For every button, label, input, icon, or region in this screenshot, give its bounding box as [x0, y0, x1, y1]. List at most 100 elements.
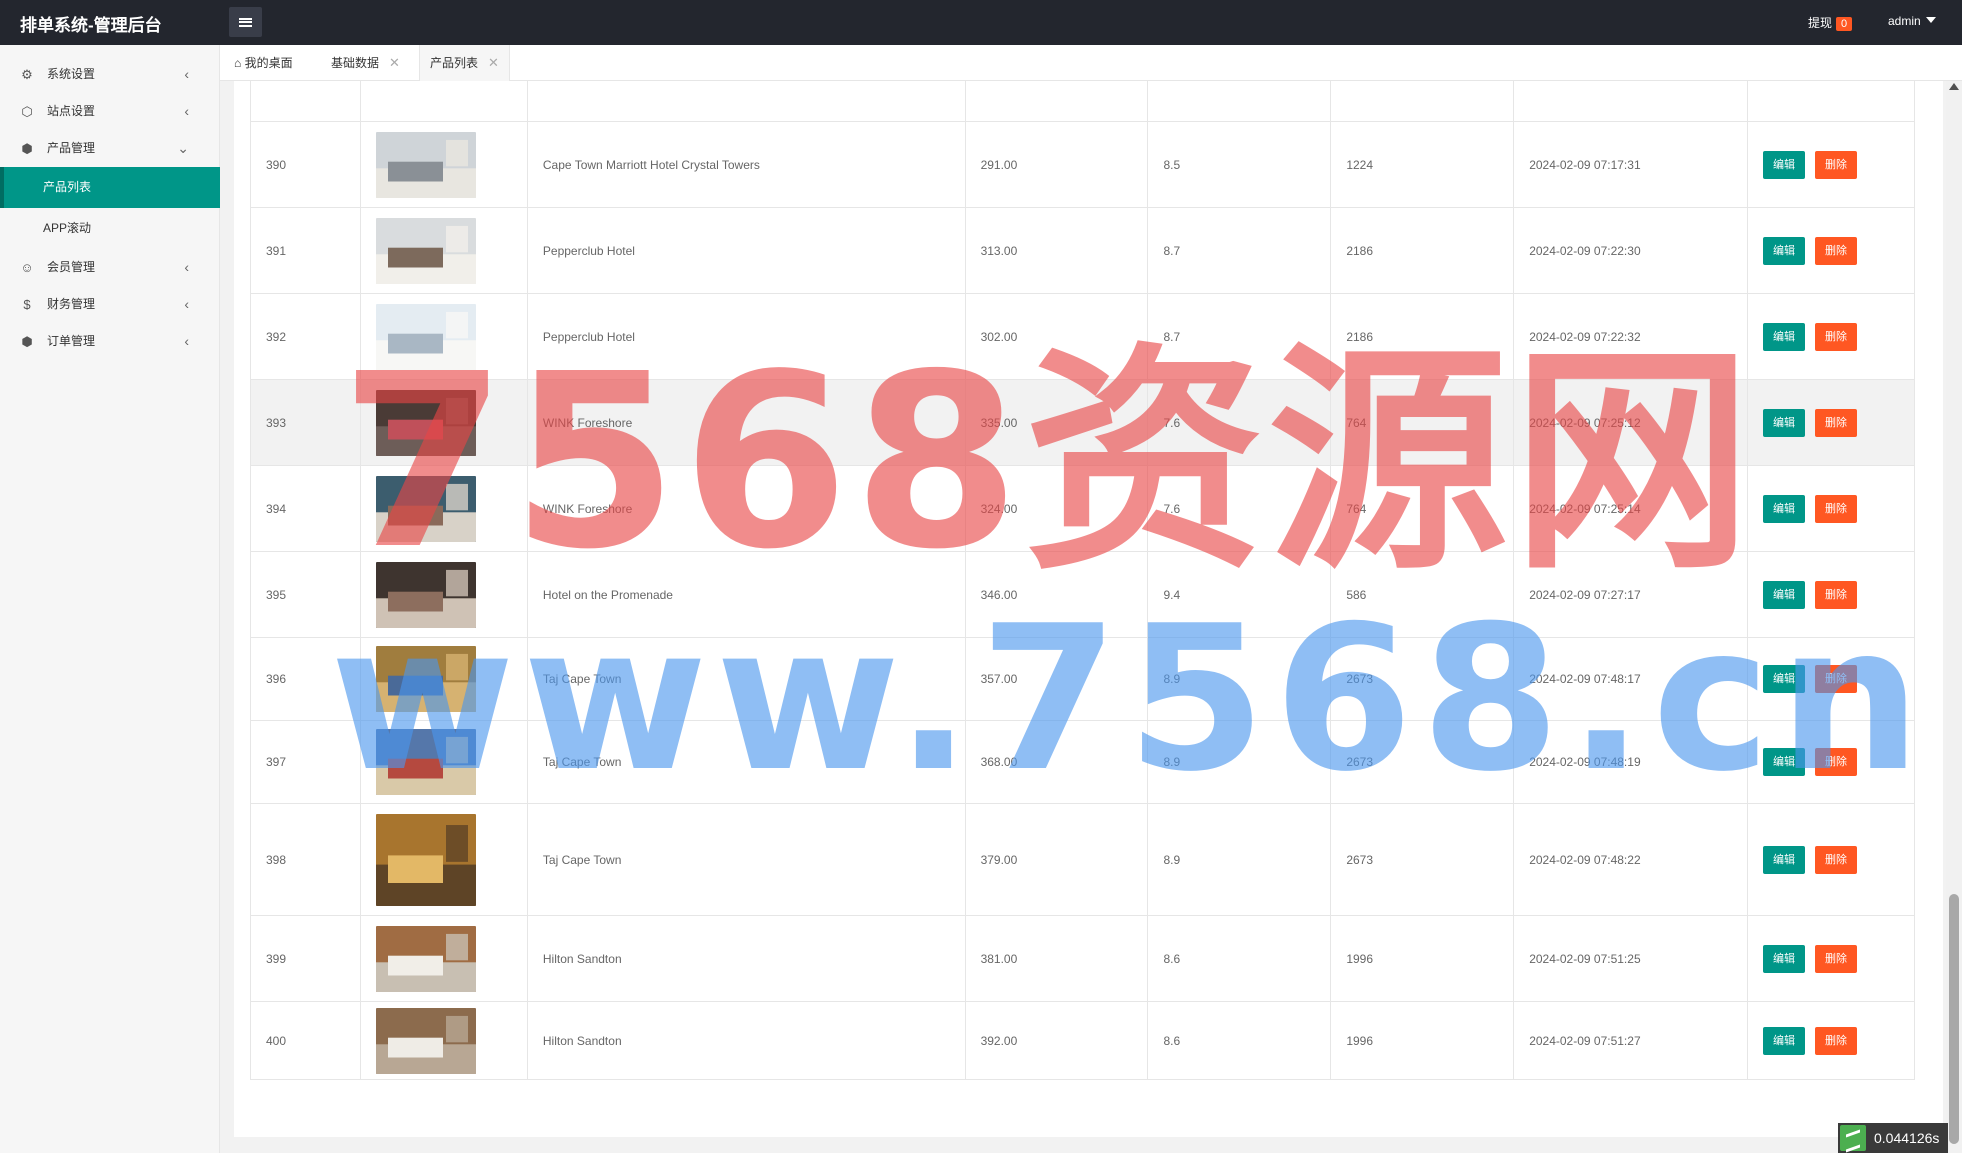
tab-my-desktop[interactable]: ⌂ 我的桌面: [224, 45, 303, 81]
menu-toggle-button[interactable]: [229, 7, 262, 37]
tab-label: 基础数据: [331, 56, 380, 70]
time-cell: 2024-02-09 07:17:31: [1513, 121, 1749, 208]
table-row: 391 Pepperclub Hotel 313.00 8.7 2186 2024-02-…: [250, 207, 1915, 294]
id-cell: 390: [250, 121, 361, 208]
table-row: 390 Cape Town Marriott Hotel Crystal Towe…: [250, 121, 1915, 208]
time-cell: 2024-02-09 07:51:25: [1513, 915, 1749, 1002]
edit-button[interactable]: 编辑: [1763, 665, 1806, 693]
sidebar-item-label: 系统设置: [47, 67, 96, 81]
product-thumbnail[interactable]: [375, 303, 476, 370]
delete-button[interactable]: 删除: [1815, 665, 1858, 693]
delete-button[interactable]: 删除: [1815, 494, 1858, 523]
actions-cell: 编辑 删除: [1747, 293, 1915, 380]
product-thumbnail[interactable]: [375, 925, 476, 992]
name-cell: Cape Town Marriott Hotel Crystal Towers: [526, 121, 966, 208]
edit-button[interactable]: 编辑: [1763, 748, 1806, 776]
table-row: 397 Taj Cape Town 368.00 8.9 2673 2024-02-09 …: [250, 720, 1915, 804]
chevron-down-icon: ⌄: [177, 140, 189, 156]
time-cell: 2024-02-09 07:25:12: [1513, 379, 1749, 466]
delete-button[interactable]: 删除: [1815, 580, 1858, 609]
product-thumbnail[interactable]: [375, 561, 476, 628]
delete-button[interactable]: 删除: [1815, 1026, 1858, 1055]
thumb-cell: [359, 1001, 528, 1080]
actions-cell: 编辑 删除: [1747, 465, 1915, 552]
sidebar-subitem-product-list[interactable]: 产品列表: [0, 167, 220, 208]
admin-user-menu[interactable]: admin: [1888, 14, 1936, 28]
product-thumbnail[interactable]: [375, 217, 476, 284]
id-cell: 399: [250, 915, 361, 1002]
product-thumbnail[interactable]: [375, 131, 476, 198]
price-cell: 324.00: [964, 465, 1149, 552]
thumb-cell: [359, 803, 528, 916]
product-table: 390 Cape Town Marriott Hotel Crystal Towe…: [250, 81, 1915, 1080]
price-cell: 357.00: [964, 637, 1149, 721]
count-cell: 2186: [1330, 207, 1515, 294]
tab-product-list[interactable]: 产品列表 ✕: [419, 45, 510, 81]
close-icon[interactable]: ✕: [389, 55, 400, 70]
scrollbar[interactable]: [1946, 81, 1962, 1153]
edit-button[interactable]: 编辑: [1763, 150, 1806, 179]
delete-button[interactable]: 删除: [1815, 322, 1858, 351]
delete-button[interactable]: 删除: [1815, 748, 1858, 776]
count-cell: 1996: [1330, 915, 1515, 1002]
name-cell: Taj Cape Town: [526, 803, 966, 916]
id-cell: 392: [250, 293, 361, 380]
price-cell: 368.00: [964, 720, 1149, 804]
delete-button[interactable]: 删除: [1815, 944, 1858, 973]
sidebar-item-member-management[interactable]: ☺ 会员管理 ‹: [0, 249, 219, 286]
edit-button[interactable]: 编辑: [1763, 944, 1806, 973]
edit-button[interactable]: 编辑: [1763, 236, 1806, 265]
product-thumbnail[interactable]: [375, 813, 476, 906]
table-row: 395 Hotel on the Promenade 346.00 9.4 586 202…: [250, 551, 1915, 638]
withdraw-count-badge: 0: [1836, 17, 1853, 31]
tab-label: 产品列表: [430, 56, 479, 70]
score-cell: 8.9: [1147, 720, 1332, 804]
delete-button[interactable]: 删除: [1815, 845, 1858, 874]
product-thumbnail[interactable]: [375, 646, 476, 712]
edit-button[interactable]: 编辑: [1763, 322, 1806, 351]
time-cell: 2024-02-09 07:25:14: [1513, 465, 1749, 552]
score-cell: 8.9: [1147, 803, 1332, 916]
product-thumbnail[interactable]: [375, 729, 476, 795]
edit-button[interactable]: 编辑: [1763, 1026, 1806, 1055]
edit-button[interactable]: 编辑: [1763, 845, 1806, 874]
delete-button[interactable]: 删除: [1815, 150, 1858, 179]
sidebar-item-product-management[interactable]: ⬢ 产品管理 ⌄: [0, 130, 219, 167]
product-thumbnail[interactable]: [375, 1007, 476, 1074]
sidebar-item-order-management[interactable]: ⬢ 订单管理 ‹: [0, 323, 219, 360]
name-cell: Taj Cape Town: [526, 637, 966, 721]
table-cell: [1147, 81, 1332, 122]
sidebar-item-finance-management[interactable]: $ 财务管理 ‹: [0, 286, 219, 323]
table-cell: [526, 81, 966, 122]
score-cell: 8.7: [1147, 207, 1332, 294]
delete-button[interactable]: 删除: [1815, 236, 1858, 265]
sidebar-item-site-settings[interactable]: ⬡ 站点设置 ‹: [0, 93, 219, 130]
thumb-cell: [359, 637, 528, 721]
name-cell: Hilton Sandton: [526, 1001, 966, 1080]
edit-button[interactable]: 编辑: [1763, 408, 1806, 437]
close-icon[interactable]: ✕: [488, 55, 499, 70]
home-icon: ⌂: [234, 56, 242, 70]
sidebar-item-system-settings[interactable]: ⚙ 系统设置 ‹: [0, 56, 219, 93]
box-icon: ⬢: [21, 334, 33, 349]
score-cell: 7.6: [1147, 379, 1332, 466]
count-cell: 586: [1330, 551, 1515, 638]
price-cell: 302.00: [964, 293, 1149, 380]
chevron-left-icon: ‹: [184, 296, 189, 312]
hamburger-icon: [239, 17, 252, 27]
product-thumbnail[interactable]: [375, 389, 476, 456]
actions-cell: 编辑 删除: [1747, 1001, 1915, 1080]
edit-button[interactable]: 编辑: [1763, 494, 1806, 523]
user-icon: ☺: [20, 260, 34, 275]
actions-cell: 编辑 删除: [1747, 915, 1915, 1002]
actions-cell: 编辑 删除: [1747, 121, 1915, 208]
scroll-up-arrow-icon[interactable]: [1949, 83, 1959, 90]
tab-basic-data[interactable]: 基础数据 ✕: [321, 45, 410, 81]
product-thumbnail[interactable]: [375, 475, 476, 542]
delete-button[interactable]: 删除: [1815, 408, 1858, 437]
edit-button[interactable]: 编辑: [1763, 580, 1806, 609]
scrollbar-thumb[interactable]: [1949, 894, 1959, 1144]
sidebar-subitem-app-scroll[interactable]: APP滚动: [0, 208, 219, 249]
thumb-cell: [359, 379, 528, 466]
withdraw-link[interactable]: 提现 0: [1808, 14, 1853, 31]
